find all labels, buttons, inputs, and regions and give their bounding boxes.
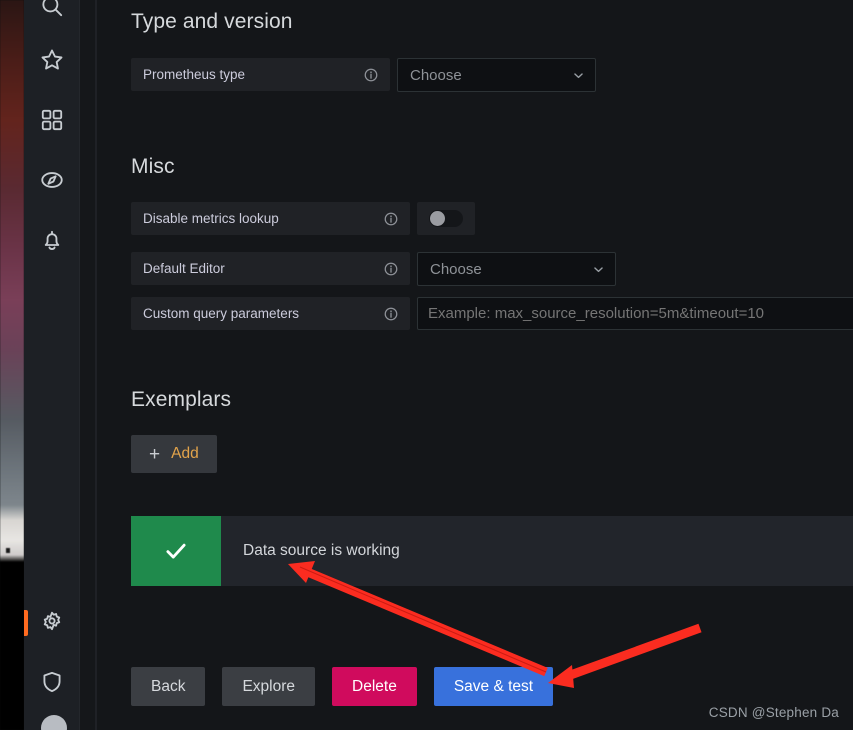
bell-icon bbox=[44, 230, 60, 251]
sidebar-item-alerting[interactable] bbox=[24, 216, 80, 264]
section-title-exemplars: Exemplars bbox=[131, 388, 232, 411]
info-icon[interactable] bbox=[384, 212, 398, 226]
sidebar-item-dashboards[interactable] bbox=[24, 96, 80, 144]
chevron-down-icon bbox=[574, 72, 583, 78]
disable-metrics-lookup-label-cell: Disable metrics lookup bbox=[131, 202, 410, 235]
disable-metrics-lookup-toggle[interactable] bbox=[417, 202, 475, 235]
delete-button[interactable]: Delete bbox=[332, 667, 417, 706]
action-button-row: Back Explore Delete Save & test bbox=[131, 667, 554, 706]
info-icon[interactable] bbox=[384, 262, 398, 276]
disable-metrics-lookup-label: Disable metrics lookup bbox=[143, 211, 279, 226]
gear-icon bbox=[43, 611, 61, 631]
save-and-test-button[interactable]: Save & test bbox=[433, 667, 554, 706]
toggle-track bbox=[429, 210, 463, 227]
watermark: CSDN @Stephen Da bbox=[708, 705, 839, 720]
left-nav-rail bbox=[24, 0, 80, 730]
active-nav-indicator bbox=[24, 610, 28, 636]
wallpaper-speck bbox=[6, 548, 10, 553]
prometheus-type-label: Prometheus type bbox=[143, 67, 246, 82]
status-banner-message: Data source is working bbox=[221, 516, 853, 586]
field-row-default-editor: Default Editor Choose bbox=[131, 252, 616, 286]
nav-rail-edge bbox=[95, 0, 97, 730]
info-icon[interactable] bbox=[384, 307, 398, 321]
shield-icon bbox=[43, 671, 61, 693]
sidebar-item-configuration[interactable] bbox=[24, 598, 80, 646]
section-title-misc: Misc bbox=[131, 155, 175, 178]
check-icon bbox=[166, 543, 186, 559]
add-exemplar-label: Add bbox=[171, 445, 199, 462]
back-button[interactable]: Back bbox=[131, 667, 206, 706]
status-banner-icon-box bbox=[131, 516, 221, 586]
sidebar-item-explore[interactable] bbox=[24, 156, 80, 204]
status-banner: Data source is working bbox=[131, 516, 853, 586]
star-icon bbox=[41, 49, 63, 70]
grafana-datasource-settings-page: Type and version Prometheus type Choose … bbox=[0, 0, 853, 730]
custom-query-parameters-input[interactable] bbox=[417, 297, 853, 330]
default-editor-select[interactable]: Choose bbox=[417, 252, 616, 286]
prometheus-type-select[interactable]: Choose bbox=[397, 58, 596, 92]
settings-content: Type and version Prometheus type Choose … bbox=[97, 0, 853, 730]
info-icon[interactable] bbox=[364, 68, 378, 82]
field-row-custom-query-parameters: Custom query parameters bbox=[131, 297, 853, 330]
field-row-disable-metrics-lookup: Disable metrics lookup bbox=[131, 202, 475, 235]
sidebar-item-search[interactable] bbox=[24, 0, 80, 30]
sidebar-item-server-admin[interactable] bbox=[24, 658, 80, 706]
desktop-wallpaper-sliver bbox=[0, 0, 24, 730]
nav-rail-gap bbox=[80, 0, 95, 730]
plus-icon: + bbox=[149, 443, 161, 465]
section-title-type-and-version: Type and version bbox=[131, 10, 293, 33]
explore-button[interactable]: Explore bbox=[222, 667, 316, 706]
search-icon bbox=[42, 0, 63, 17]
sidebar-item-user-avatar[interactable] bbox=[41, 715, 67, 730]
prometheus-type-label-cell: Prometheus type bbox=[131, 58, 390, 91]
dashboards-grid-icon bbox=[41, 109, 63, 131]
add-exemplar-button[interactable]: + Add bbox=[131, 435, 217, 473]
compass-icon bbox=[41, 172, 63, 188]
prometheus-type-select-value: Choose bbox=[410, 66, 462, 84]
custom-query-parameters-label-cell: Custom query parameters bbox=[131, 297, 410, 330]
default-editor-label: Default Editor bbox=[143, 261, 225, 276]
field-row-prometheus-type: Prometheus type Choose bbox=[131, 58, 596, 92]
custom-query-parameters-label: Custom query parameters bbox=[143, 306, 300, 321]
sidebar-item-starred[interactable] bbox=[24, 36, 80, 84]
default-editor-select-value: Choose bbox=[430, 260, 482, 278]
chevron-down-icon bbox=[594, 266, 603, 272]
toggle-knob bbox=[430, 211, 445, 226]
default-editor-label-cell: Default Editor bbox=[131, 252, 410, 285]
